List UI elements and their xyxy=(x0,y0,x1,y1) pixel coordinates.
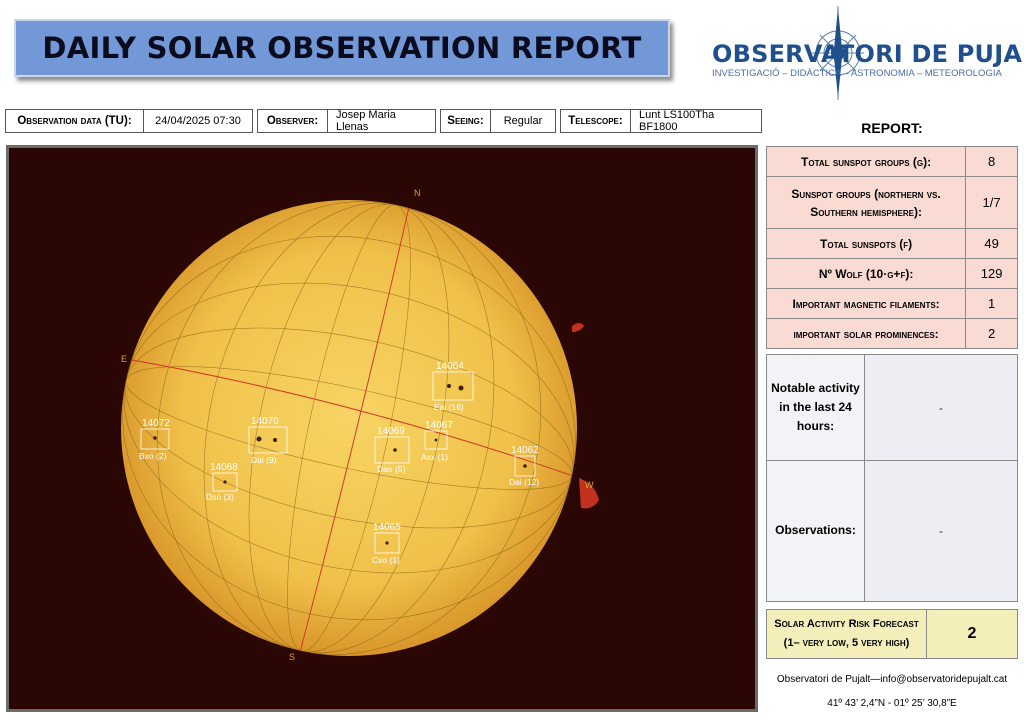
observations-value: - xyxy=(939,524,943,538)
report-title-banner: DAILY SOLAR OBSERVATION REPORT xyxy=(14,19,670,77)
report-label-total-sunspots: Total sunspots (f) xyxy=(765,228,967,259)
report-value-wolf-number: 129 xyxy=(965,258,1018,289)
group-class: Dso (3) xyxy=(206,492,234,502)
activity-risk-forecast: Solar Activity Risk Forecast (1– very lo… xyxy=(766,609,1018,659)
observation-metadata: Observation data (TU): 24/04/2025 07:30 … xyxy=(5,109,766,133)
direction-north: N xyxy=(414,188,421,198)
sun-disk xyxy=(121,200,577,656)
report-table: Total sunspot groups (g): 8 Sunspot grou… xyxy=(765,146,1018,349)
group-id: 14069 xyxy=(377,426,405,437)
telescope-label: Telescope: xyxy=(560,109,630,133)
group-class: Bxo (2) xyxy=(139,451,167,461)
group-id: 14072 xyxy=(142,418,170,429)
group-class: Dai (12) xyxy=(509,477,539,487)
group-id: 14062 xyxy=(511,445,539,456)
group-class: Dao (5) xyxy=(377,464,406,474)
sun-image-panel: N S E W 14064 Eai (16) 14072 Bxo (2) 140… xyxy=(6,145,758,712)
report-label-total-groups: Total sunspot groups (g): xyxy=(765,146,967,177)
observation-date-value: 24/04/2025 07:30 xyxy=(143,109,253,133)
report-value-prominences: 2 xyxy=(965,318,1018,349)
group-class: Axx (1) xyxy=(421,452,448,462)
report-label-magnetic-filaments: Important magnetic filaments: xyxy=(765,288,967,319)
report-value-magnetic-filaments: 1 xyxy=(965,288,1018,319)
group-class: Cso (1) xyxy=(372,555,400,565)
table-row: Important magnetic filaments: 1 xyxy=(765,288,1018,319)
observations-row: Observations: - xyxy=(767,461,1017,601)
report-heading: REPORT: xyxy=(861,120,923,136)
report-title: DAILY SOLAR OBSERVATION REPORT xyxy=(42,31,642,65)
telescope-value: Lunt LS100Tha BF1800 xyxy=(630,109,762,133)
direction-west: W xyxy=(585,480,594,490)
seeing-value: Regular xyxy=(490,109,556,133)
observatory-logo: OBSERVATORI DE PUJALT INVESTIGACIÓ – DID… xyxy=(708,4,1024,102)
sun-disk-image: N S E W 14064 Eai (16) 14072 Bxo (2) 140… xyxy=(9,148,755,709)
report-value-total-sunspots: 49 xyxy=(965,228,1018,259)
report-label-prominences: important solar prominences: xyxy=(765,318,967,349)
forecast-value: 2 xyxy=(967,625,977,642)
observatory-name: OBSERVATORI DE PUJALT xyxy=(712,40,1024,68)
observations-label: Observations: xyxy=(767,461,865,601)
forecast-label: Solar Activity Risk Forecast (1– very lo… xyxy=(767,610,927,658)
direction-south: S xyxy=(289,652,295,662)
observer-label: Observer: xyxy=(257,109,327,133)
group-id: 14068 xyxy=(210,462,238,473)
group-class: Dai (9) xyxy=(251,455,277,465)
footer-contact: Observatori de Pujalt—info@observatoride… xyxy=(776,674,1008,685)
notable-activity-value: - xyxy=(939,400,943,415)
notable-activity-row: Notable activity in the last 24 hours: - xyxy=(767,355,1017,461)
group-id: 14065 xyxy=(373,522,401,533)
observatory-tagline: INVESTIGACIÓ – DIDÀCTICA – ASTRONOMIA – … xyxy=(712,68,1002,79)
direction-east: E xyxy=(121,354,127,364)
table-row: Total sunspot groups (g): 8 xyxy=(765,146,1018,177)
report-label-wolf-number: Nº Wolf (10·g+f): xyxy=(765,258,967,289)
group-id: 14067 xyxy=(425,420,453,431)
observer-value: Josep Maria Llenas xyxy=(327,109,436,133)
forecast-label-title: Solar Activity Risk Forecast xyxy=(774,618,919,631)
group-class: Eai (16) xyxy=(434,402,464,412)
report-label-hemisphere-groups: Sunspot groups (northern vs. Southern he… xyxy=(765,176,967,229)
footer-coordinates: 41º 43’ 2,4”N - 01º 25’ 30,8”E xyxy=(827,698,957,709)
table-row: Sunspot groups (northern vs. Southern he… xyxy=(765,176,1018,229)
observation-date-label: Observation data (TU): xyxy=(5,109,143,133)
forecast-label-scale: (1– very low, 5 very high) xyxy=(783,637,910,649)
table-row: Nº Wolf (10·g+f): 129 xyxy=(765,258,1018,289)
report-value-hemisphere-groups: 1/7 xyxy=(965,176,1018,229)
table-row: important solar prominences: 2 xyxy=(765,318,1018,349)
group-id: 14064 xyxy=(436,361,464,372)
notes-box: Notable activity in the last 24 hours: -… xyxy=(766,354,1018,602)
seeing-label: Seeing: xyxy=(440,109,490,133)
group-id: 14070 xyxy=(251,416,279,427)
report-value-total-groups: 8 xyxy=(965,146,1018,177)
notable-activity-label: Notable activity in the last 24 hours: xyxy=(767,355,865,460)
table-row: Total sunspots (f) 49 xyxy=(765,228,1018,259)
